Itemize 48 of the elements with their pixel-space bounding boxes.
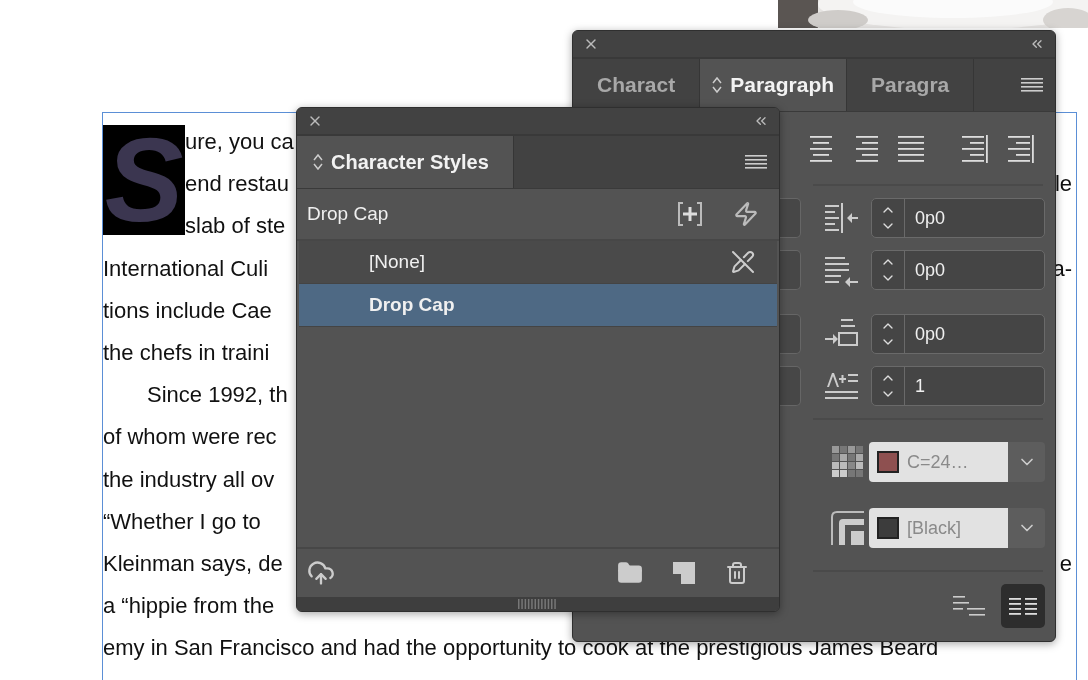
up-down-icon[interactable] bbox=[712, 76, 723, 94]
text-line: a “hippie from the bbox=[103, 592, 275, 621]
drop-cap: S bbox=[103, 125, 185, 235]
spinner-field[interactable]: 0p0 bbox=[871, 198, 1045, 238]
text-line: tions include Cae bbox=[103, 296, 272, 325]
shading-icon bbox=[831, 445, 865, 479]
text-line: Since 1992, th bbox=[146, 381, 288, 410]
input-field[interactable] bbox=[780, 366, 801, 406]
group-label: Drop Cap bbox=[307, 203, 389, 225]
lightning-icon[interactable] bbox=[733, 201, 759, 227]
pencil-crossed-icon[interactable] bbox=[731, 250, 755, 274]
input-field[interactable] bbox=[780, 250, 801, 290]
up-down-icon[interactable] bbox=[313, 153, 323, 171]
spinner-field[interactable]: 0p0 bbox=[871, 250, 1045, 290]
input-field[interactable] bbox=[780, 314, 801, 354]
cloud-icon[interactable] bbox=[307, 559, 335, 587]
trash-icon[interactable] bbox=[725, 561, 749, 585]
style-item[interactable]: Drop Cap bbox=[299, 284, 777, 327]
text-line: slab of ste bbox=[185, 212, 286, 241]
text-line: International Culi bbox=[103, 254, 269, 283]
spinner-field[interactable]: 1 bbox=[871, 366, 1045, 406]
new-style-icon[interactable] bbox=[673, 562, 695, 584]
add-icon[interactable] bbox=[677, 201, 703, 227]
right-indent-icon bbox=[825, 201, 859, 235]
layout-button[interactable] bbox=[1001, 584, 1045, 628]
text-line: the chefs in traini bbox=[103, 338, 270, 367]
text-line: ure, you ca bbox=[185, 128, 294, 156]
text-line: of whom were rec bbox=[103, 423, 277, 452]
swatch-name: C=24… bbox=[907, 451, 969, 473]
panel-tab[interactable]: Character Styles bbox=[297, 136, 514, 188]
menu-icon[interactable] bbox=[745, 154, 767, 170]
split-columns-icon[interactable] bbox=[1009, 597, 1037, 615]
input-field[interactable] bbox=[780, 198, 801, 238]
span-columns-icon[interactable] bbox=[953, 595, 985, 617]
menu-icon[interactable] bbox=[1021, 77, 1043, 93]
text-line: e bbox=[1059, 549, 1073, 578]
panel-tab[interactable]: Paragraph bbox=[700, 59, 848, 111]
folder-icon[interactable] bbox=[617, 560, 643, 586]
text-line: end restau bbox=[185, 170, 289, 199]
spinner-field[interactable]: 0p0 bbox=[871, 314, 1045, 354]
text-line: the industry all ov bbox=[103, 465, 275, 494]
text-line: “Whether I go to bbox=[103, 507, 261, 536]
border-icon bbox=[831, 511, 865, 545]
resize-grip-icon[interactable] bbox=[518, 599, 558, 609]
text-line: Kleinman says, de bbox=[103, 549, 283, 578]
style-item[interactable]: [None] bbox=[299, 241, 777, 284]
text-line: le bbox=[1054, 170, 1073, 199]
swatch-name: [Black] bbox=[907, 517, 962, 539]
